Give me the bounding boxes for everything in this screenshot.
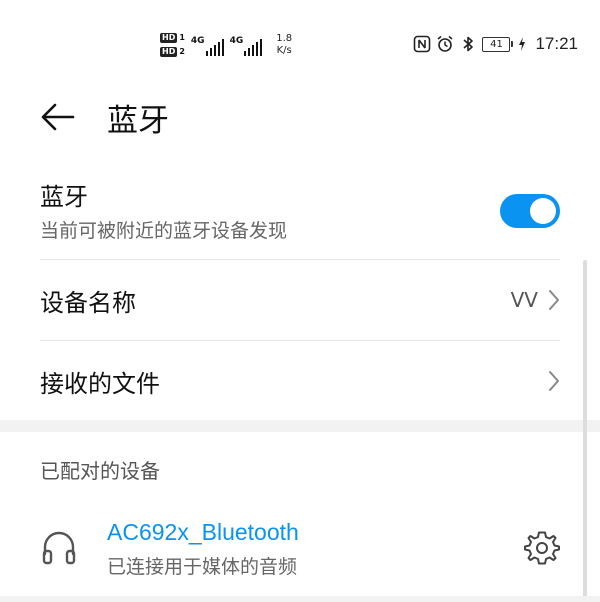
received-files-label: 接收的文件: [40, 369, 160, 398]
signal-icon: [205, 38, 224, 56]
scrollbar[interactable]: [583, 260, 587, 598]
battery-tip: [511, 41, 514, 47]
sim1-badge: HD 1: [160, 33, 185, 43]
clock-time: 17:21: [535, 34, 578, 53]
status-left: HD 1 HD 2 4G 4G 1.8 K/s: [160, 28, 292, 62]
gear-icon: [524, 531, 560, 565]
network-speed: 1.8 K/s: [276, 33, 292, 57]
bluetooth-toggle[interactable]: [500, 194, 560, 228]
nfc-icon: [414, 35, 431, 53]
status-right: 41 17:21: [413, 33, 578, 55]
sim2-number: 2: [179, 47, 185, 56]
bluetooth-toggle-row[interactable]: 蓝牙 当前可被附近的蓝牙设备发现: [40, 177, 560, 259]
status-bar: HD 1 HD 2 4G 4G 1.8 K/s 41 17:21: [0, 0, 600, 80]
sim1-signal: 4G: [191, 34, 224, 56]
back-button[interactable]: [38, 100, 78, 134]
device-name-row[interactable]: 设备名称 VV: [40, 260, 560, 340]
section-separator: [0, 420, 600, 432]
sim2-network-type: 4G: [229, 36, 244, 46]
headphone-icon: [42, 531, 76, 565]
back-arrow-icon: [41, 103, 75, 131]
received-files-row[interactable]: 接收的文件: [40, 341, 560, 421]
page-title: 蓝牙: [107, 103, 169, 139]
charging-icon: [519, 37, 526, 51]
bluetooth-icon: [463, 36, 474, 52]
bluetooth-visibility-text: 当前可被附近的蓝牙设备发现: [40, 220, 288, 242]
device-settings-button[interactable]: [524, 530, 560, 566]
sim1-number: 1: [179, 33, 185, 42]
sim2-signal: 4G: [230, 34, 263, 56]
network-speed-value: 1.8: [276, 33, 293, 44]
network-speed-unit: K/s: [276, 45, 292, 56]
sim2-badge: HD 2: [160, 47, 185, 57]
bottom-separator: [0, 596, 600, 602]
battery-icon: 41: [482, 36, 514, 52]
alarm-icon: [437, 35, 453, 52]
sim1-hd-label: HD: [160, 33, 178, 43]
sim2-hd-label: HD: [160, 47, 178, 57]
paired-device-name: AC692x_Bluetooth: [107, 519, 299, 545]
device-name-label: 设备名称: [40, 288, 136, 317]
sim-badges: HD 1 HD 2: [160, 33, 185, 57]
bluetooth-label: 蓝牙: [40, 183, 88, 211]
battery-level: 41: [482, 36, 511, 52]
paired-devices-header: 已配对的设备: [40, 459, 160, 483]
chevron-right-icon: [549, 290, 559, 310]
toggle-knob: [530, 198, 556, 224]
paired-device-status: 已连接用于媒体的音频: [107, 556, 298, 578]
sim1-network-type: 4G: [190, 36, 205, 46]
chevron-right-icon: [549, 371, 559, 391]
device-name-value: VV: [510, 288, 538, 312]
title-bar: 蓝牙: [0, 80, 600, 152]
signal-icon: [244, 38, 263, 56]
paired-device-row[interactable]: AC692x_Bluetooth 已连接用于媒体的音频: [40, 512, 560, 592]
